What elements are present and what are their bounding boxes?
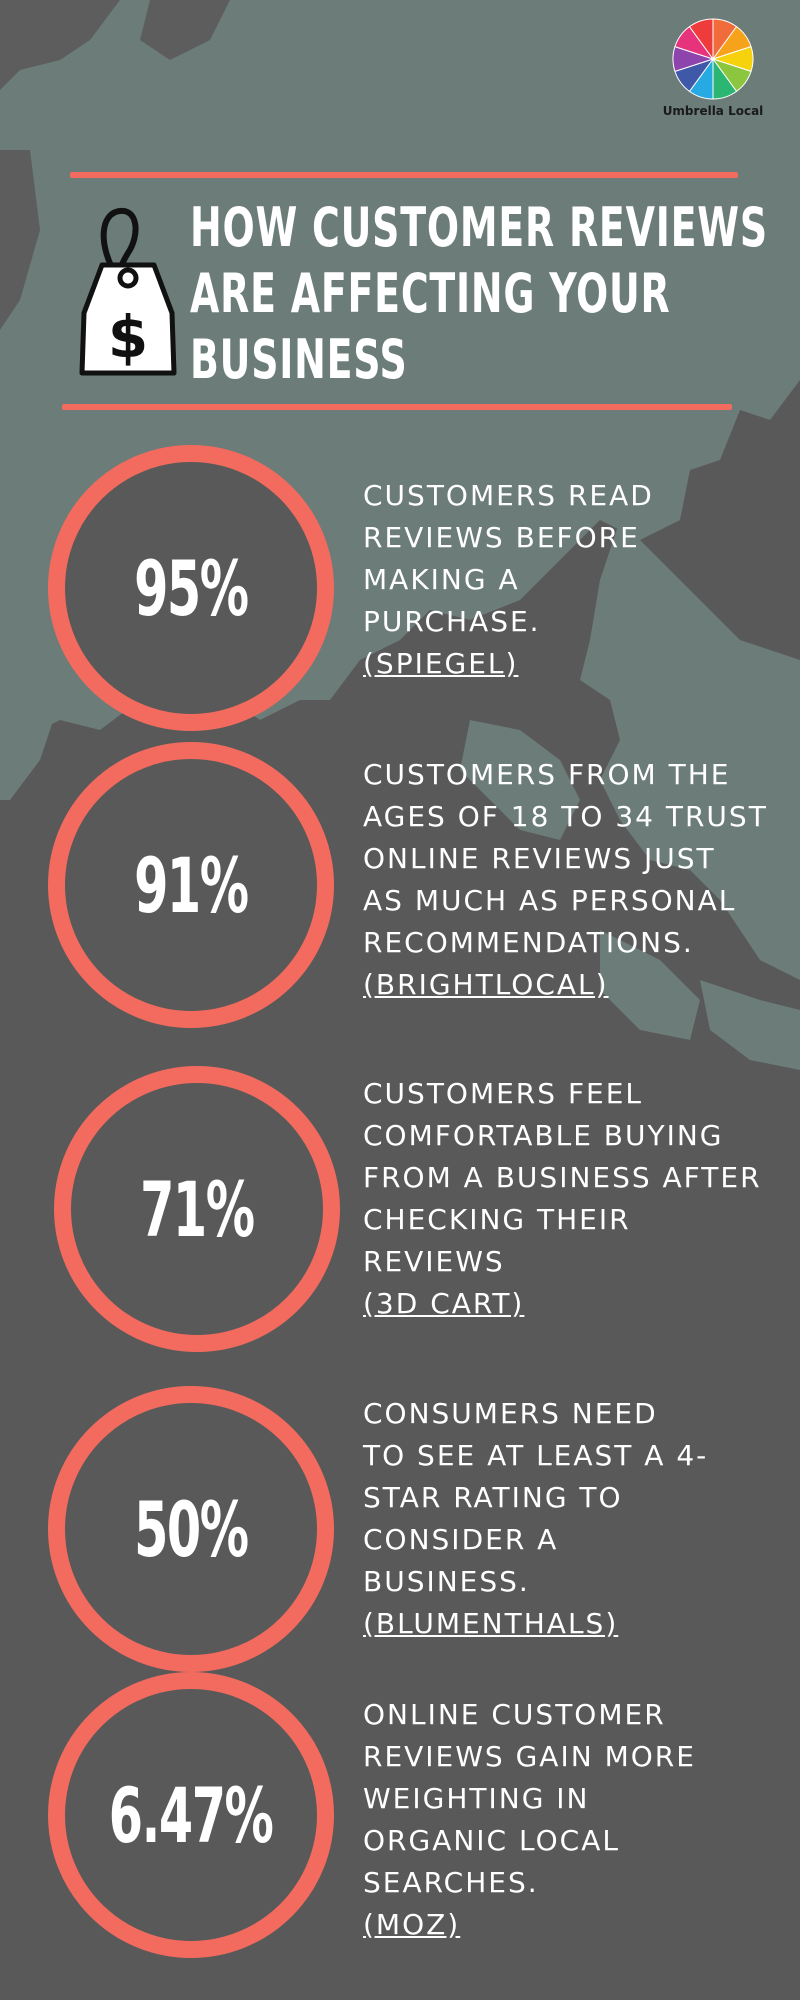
source-link[interactable]: (SPIEGEL) <box>363 643 793 685</box>
stat-line: MAKING A <box>363 563 520 596</box>
title-line: HOW CUSTOMER REVIEWS <box>190 196 768 259</box>
stat-line: BUSINESS. <box>363 1565 530 1598</box>
source-link[interactable]: (MOZ) <box>363 1904 793 1946</box>
brand-name: Umbrella Local <box>662 104 764 118</box>
stat-value: 50% <box>134 1484 249 1574</box>
stat-description: CUSTOMERS FROM THE AGES OF 18 TO 34 TRUS… <box>363 754 793 1006</box>
stat-ring: 95% <box>48 445 334 731</box>
source-link[interactable]: (3D CART) <box>363 1283 793 1325</box>
source-link[interactable]: (BRIGHTLOCAL) <box>363 964 793 1006</box>
stat-line: TO SEE AT LEAST A 4- <box>363 1439 709 1472</box>
stat-description: CONSUMERS NEED TO SEE AT LEAST A 4- STAR… <box>363 1393 793 1645</box>
stat-ring: 6.47% <box>48 1672 334 1958</box>
stat-value: 6.47% <box>109 1770 274 1860</box>
stat-line: FROM A BUSINESS AFTER <box>363 1161 762 1194</box>
stat-description: CUSTOMERS FEEL COMFORTABLE BUYING FROM A… <box>363 1073 793 1325</box>
stat-line: REVIEWS GAIN MORE <box>363 1740 696 1773</box>
umbrella-wheel-icon <box>672 18 754 100</box>
source-link[interactable]: (BLUMENTHALS) <box>363 1603 793 1645</box>
stat-line: CUSTOMERS FEEL <box>363 1077 644 1110</box>
stat-line: STAR RATING TO <box>363 1481 623 1514</box>
title-rule-top <box>70 172 738 178</box>
stat-line: REVIEWS <box>363 1245 505 1278</box>
stat-line: WEIGHTING IN <box>363 1782 590 1815</box>
title-line: BUSINESS <box>190 328 408 391</box>
stat-value: 95% <box>134 543 249 633</box>
stat-line: AS MUCH AS PERSONAL <box>363 884 737 917</box>
svg-text:$: $ <box>108 303 148 371</box>
stat-line: CUSTOMERS FROM THE <box>363 758 731 791</box>
title-rule-bottom <box>62 404 732 410</box>
stat-line: CONSUMERS NEED <box>363 1397 658 1430</box>
stat-line: PURCHASE. <box>363 605 541 638</box>
stat-line: ONLINE REVIEWS JUST <box>363 842 716 875</box>
stat-line: ORGANIC LOCAL <box>363 1824 620 1857</box>
stat-ring: 50% <box>48 1386 334 1672</box>
stat-value: 71% <box>140 1164 255 1254</box>
title-line: ARE AFFECTING YOUR <box>190 262 671 325</box>
dollar-price-tag-icon: $ <box>79 207 177 376</box>
brand-logo[interactable]: Umbrella Local <box>658 18 768 118</box>
stat-line: CONSIDER A <box>363 1523 559 1556</box>
stat-line: CUSTOMERS READ <box>363 479 654 512</box>
stat-line: AGES OF 18 TO 34 TRUST <box>363 800 768 833</box>
stat-value: 91% <box>134 840 249 930</box>
stat-description: CUSTOMERS READ REVIEWS BEFORE MAKING A P… <box>363 475 793 685</box>
stat-ring: 71% <box>54 1066 340 1352</box>
stat-ring: 91% <box>48 742 334 1028</box>
stat-line: CHECKING THEIR <box>363 1203 631 1236</box>
stat-line: REVIEWS BEFORE <box>363 521 640 554</box>
stat-line: ONLINE CUSTOMER <box>363 1698 666 1731</box>
stat-line: COMFORTABLE BUYING <box>363 1119 724 1152</box>
stat-line: SEARCHES. <box>363 1866 539 1899</box>
stat-line: RECOMMENDATIONS. <box>363 926 694 959</box>
infographic: Umbrella Local $ HOW CUSTOMER REVIEWS AR… <box>0 0 800 2000</box>
stat-description: ONLINE CUSTOMER REVIEWS GAIN MORE WEIGHT… <box>363 1694 793 1946</box>
page-title: HOW CUSTOMER REVIEWS ARE AFFECTING YOUR … <box>190 195 780 393</box>
